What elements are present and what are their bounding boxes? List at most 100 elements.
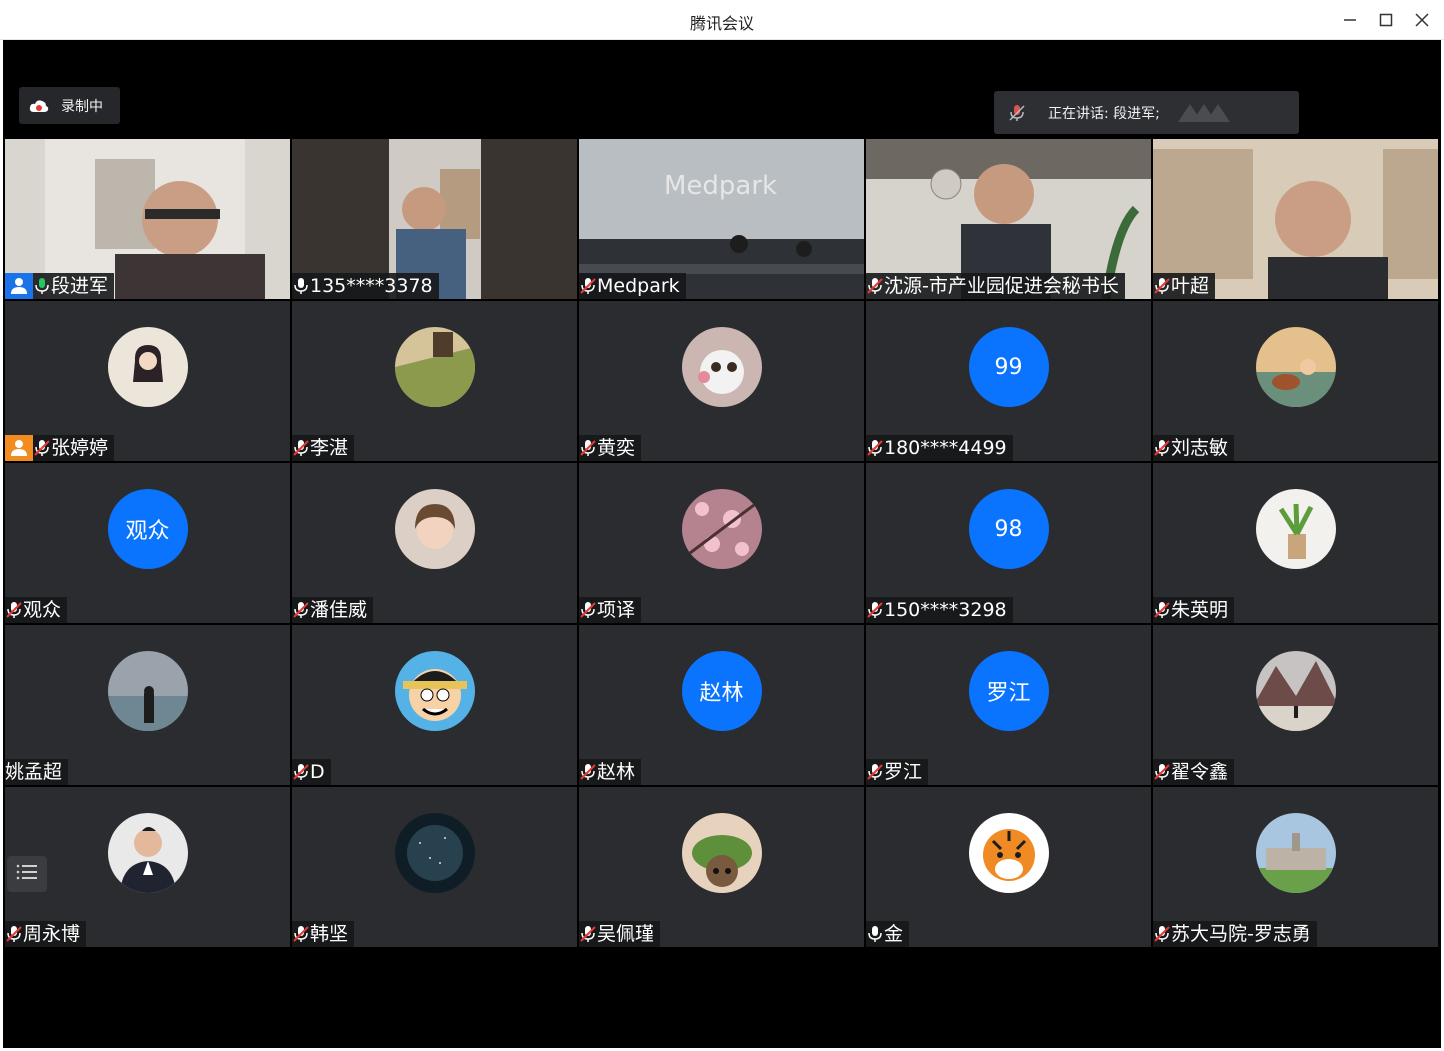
participant-name: 李湛 (310, 437, 349, 459)
participant-tile[interactable]: 段进军 (5, 139, 290, 299)
participant-name: 刘志敏 (1171, 437, 1229, 459)
participant-tile[interactable]: 98 150****3298 (866, 463, 1151, 623)
participant-tile[interactable]: 赵林 赵林 (579, 625, 864, 785)
participant-name: 朱英明 (1171, 599, 1229, 621)
participant-label: 吴佩瑾 (579, 921, 661, 947)
participant-name: 吴佩瑾 (597, 923, 655, 945)
participant-label: 金 (866, 921, 910, 947)
participant-name: 黄奕 (597, 437, 636, 459)
avatar-text: 98 (968, 489, 1049, 569)
participant-name: 180****4499 (884, 437, 1007, 459)
participant-tile[interactable]: 周永博 (5, 787, 290, 947)
participant-name: 叶超 (1171, 275, 1210, 297)
frog-hat-photo-avatar (681, 813, 762, 893)
participant-tile[interactable]: 李湛 (292, 301, 577, 461)
participant-label: D (292, 759, 331, 785)
mic-muted-icon (5, 597, 23, 623)
participant-tile[interactable]: 沈源-市产业园促进会秘书长 (866, 139, 1151, 299)
participant-label: 张婷婷 (5, 435, 115, 461)
participant-label: 黄奕 (579, 435, 642, 461)
mic-muted-icon (1153, 921, 1171, 947)
avatar-text: 罗江 (968, 651, 1049, 731)
avatar-text: 赵林 (681, 651, 762, 731)
minimize-button[interactable] (1333, 6, 1367, 34)
participant-tile[interactable]: 项译 (579, 463, 864, 623)
recording-label: 录制中 (61, 98, 103, 115)
mic-muted-icon (292, 759, 310, 785)
mic-muted-icon (5, 921, 23, 947)
participant-name: 苏大马院-罗志勇 (1171, 923, 1311, 945)
speaking-indicator: 正在讲话: 段进军; (994, 91, 1299, 134)
participant-label: 刘志敏 (1153, 435, 1235, 461)
mic-on-icon (33, 273, 51, 299)
participant-name: 罗江 (884, 761, 923, 783)
audio-wave-icon (1176, 102, 1236, 124)
participant-label: Medpark (579, 273, 686, 299)
window-title: 腾讯会议 (689, 14, 754, 33)
maximize-button[interactable] (1369, 6, 1403, 34)
participant-tile[interactable]: 韩坚 (292, 787, 577, 947)
participant-tile[interactable]: D (292, 625, 577, 785)
participant-name: Medpark (597, 275, 680, 297)
participant-tile[interactable]: 观众 观众 (5, 463, 290, 623)
cloud-record-icon (29, 99, 49, 113)
participant-label: 赵林 (579, 759, 642, 785)
participant-tile[interactable]: 苏大马院-罗志勇 (1153, 787, 1438, 947)
plant-photo-avatar (1255, 489, 1336, 569)
participant-label: 项译 (579, 597, 642, 623)
mountain-photo-avatar (1255, 651, 1336, 731)
participant-tile[interactable]: 潘佳威 (292, 463, 577, 623)
participant-name: 张婷婷 (51, 437, 109, 459)
participant-name: 金 (884, 923, 904, 945)
mic-muted-icon (579, 921, 597, 947)
participant-name: 沈源-市产业园促进会秘书长 (884, 275, 1119, 297)
participant-tile[interactable]: 张婷婷 (5, 301, 290, 461)
participant-name: 项译 (597, 599, 636, 621)
mic-muted-icon (1006, 102, 1028, 124)
title-bar: 腾讯会议 (0, 0, 1444, 40)
participant-label: 姚孟超 (5, 759, 69, 785)
mic-muted-icon (1153, 597, 1171, 623)
participant-tile[interactable]: 姚孟超 (5, 625, 290, 785)
participant-label: 李湛 (292, 435, 355, 461)
participant-tile[interactable]: 金 (866, 787, 1151, 947)
woman-photo-avatar (107, 327, 188, 407)
mic-muted-icon (292, 435, 310, 461)
participant-label: 135****3378 (292, 273, 439, 299)
meeting-stage: 录制中 正在讲话: 段进军; 段进军 135****3378 Medpark Medp… (3, 40, 1441, 1048)
starry-photo-avatar (394, 813, 475, 893)
participant-list-button[interactable] (7, 856, 47, 892)
participant-label: 沈源-市产业园促进会秘书长 (866, 273, 1125, 299)
campus-photo-avatar (1255, 813, 1336, 893)
participant-label: 180****4499 (866, 435, 1013, 461)
mic-muted-icon (1153, 435, 1171, 461)
mic-on-icon (866, 921, 884, 947)
participant-name: D (310, 761, 325, 783)
participant-tile[interactable]: 135****3378 (292, 139, 577, 299)
mic-muted-icon (1153, 273, 1171, 299)
tiger-avatar (968, 813, 1049, 893)
avatar-text: 99 (968, 327, 1049, 407)
participant-tile[interactable]: 翟令鑫 (1153, 625, 1438, 785)
participant-tile[interactable]: 叶超 (1153, 139, 1438, 299)
participant-name: 150****3298 (884, 599, 1007, 621)
participant-tile[interactable]: 黄奕 (579, 301, 864, 461)
mic-muted-icon (33, 435, 51, 461)
girl-photo-avatar (394, 489, 475, 569)
participant-tile[interactable]: 罗江 罗江 (866, 625, 1151, 785)
participant-tile[interactable]: 吴佩瑾 (579, 787, 864, 947)
mic-muted-icon (579, 435, 597, 461)
svg-text:Medpark: Medpark (664, 171, 777, 201)
participant-name: 翟令鑫 (1171, 761, 1229, 783)
participant-label: 150****3298 (866, 597, 1013, 623)
participant-tile[interactable]: 朱英明 (1153, 463, 1438, 623)
close-button[interactable] (1405, 6, 1439, 34)
participant-tile[interactable]: 刘志敏 (1153, 301, 1438, 461)
recording-indicator[interactable]: 录制中 (19, 87, 120, 124)
participant-tile[interactable]: 99 180****4499 (866, 301, 1151, 461)
participant-tile[interactable]: Medpark Medpark (579, 139, 864, 299)
mic-muted-icon (579, 597, 597, 623)
participant-label: 翟令鑫 (1153, 759, 1235, 785)
participant-label: 段进军 (5, 273, 115, 299)
participant-name: 135****3378 (310, 275, 433, 297)
